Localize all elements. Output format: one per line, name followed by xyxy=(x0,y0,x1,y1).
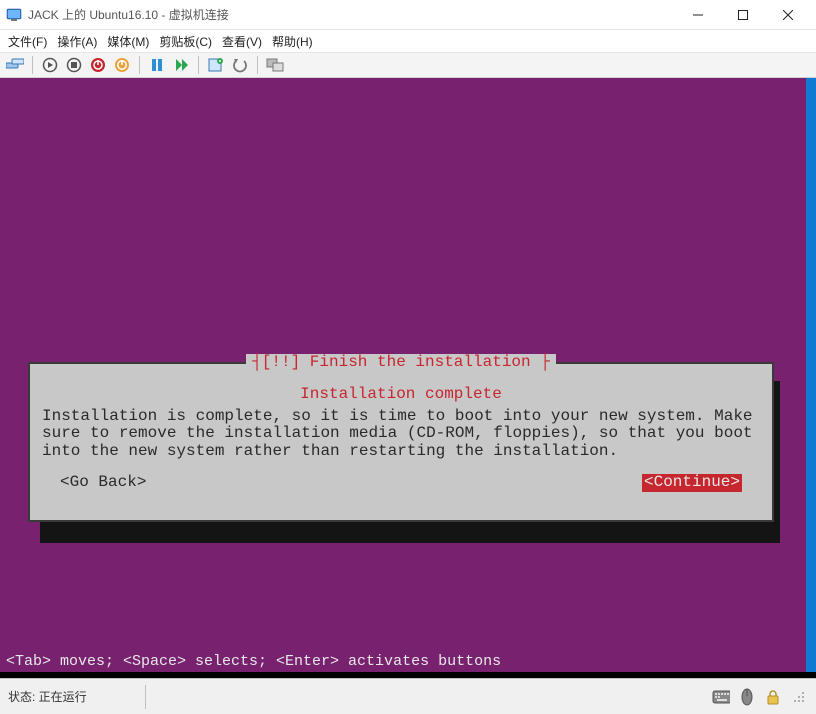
menu-clipboard[interactable]: 剪贴板(C) xyxy=(159,33,212,50)
statusbar: 状态: 正在运行 xyxy=(0,678,816,714)
mouse-icon xyxy=(738,688,756,706)
toolbar-separator xyxy=(257,56,258,74)
menu-media[interactable]: 媒体(M) xyxy=(107,33,149,50)
pause-icon[interactable] xyxy=(148,56,166,74)
minimize-button[interactable] xyxy=(675,0,720,30)
save-icon[interactable] xyxy=(113,56,131,74)
revert-icon[interactable] xyxy=(231,56,249,74)
maximize-button[interactable] xyxy=(720,0,765,30)
toolbar-separator xyxy=(32,56,33,74)
menubar: 文件(F) 操作(A) 媒体(M) 剪贴板(C) 查看(V) 帮助(H) xyxy=(0,30,816,52)
menu-help[interactable]: 帮助(H) xyxy=(272,33,313,50)
installer-dialog: ┤[!!] Finish the installation ├ Installa… xyxy=(28,362,774,522)
vm-connection-window: JACK 上的 Ubuntu16.10 - 虚拟机连接 文件(F) 操作(A) … xyxy=(0,0,816,714)
toolbar xyxy=(0,52,816,78)
installer-help-line: <Tab> moves; <Space> selects; <Enter> ac… xyxy=(6,653,501,670)
toolbar-separator xyxy=(139,56,140,74)
app-icon xyxy=(6,7,22,23)
statusbar-separator xyxy=(145,685,146,709)
go-back-button[interactable]: <Go Back> xyxy=(60,474,146,492)
dialog-body-text: Installation is complete, so it is time … xyxy=(42,408,760,461)
vm-display[interactable]: ┤[!!] Finish the installation ├ Installa… xyxy=(0,78,816,678)
enhanced-session-icon[interactable] xyxy=(266,56,284,74)
window-controls xyxy=(675,0,810,30)
status-label: 状态: 正在运行 xyxy=(8,688,87,705)
resize-grip-icon[interactable] xyxy=(790,688,808,706)
close-button[interactable] xyxy=(765,0,810,30)
menu-view[interactable]: 查看(V) xyxy=(222,33,262,50)
ctrl-alt-del-icon[interactable] xyxy=(6,56,24,74)
continue-button[interactable]: <Continue> xyxy=(642,474,742,492)
turnoff-icon[interactable] xyxy=(65,56,83,74)
shutdown-icon[interactable] xyxy=(89,56,107,74)
snapshot-icon[interactable] xyxy=(207,56,225,74)
host-desktop-strip xyxy=(806,78,816,678)
menu-action[interactable]: 操作(A) xyxy=(57,33,97,50)
lock-icon xyxy=(764,688,782,706)
start-icon[interactable] xyxy=(41,56,59,74)
reset-icon[interactable] xyxy=(172,56,190,74)
window-title: JACK 上的 Ubuntu16.10 - 虚拟机连接 xyxy=(28,6,229,23)
toolbar-separator xyxy=(198,56,199,74)
dialog-subtitle: Installation complete xyxy=(42,386,760,404)
menu-file[interactable]: 文件(F) xyxy=(8,33,47,50)
titlebar: JACK 上的 Ubuntu16.10 - 虚拟机连接 xyxy=(0,0,816,30)
keyboard-icon xyxy=(712,688,730,706)
statusbar-icons xyxy=(712,688,808,706)
vm-bottom-border xyxy=(0,672,816,678)
